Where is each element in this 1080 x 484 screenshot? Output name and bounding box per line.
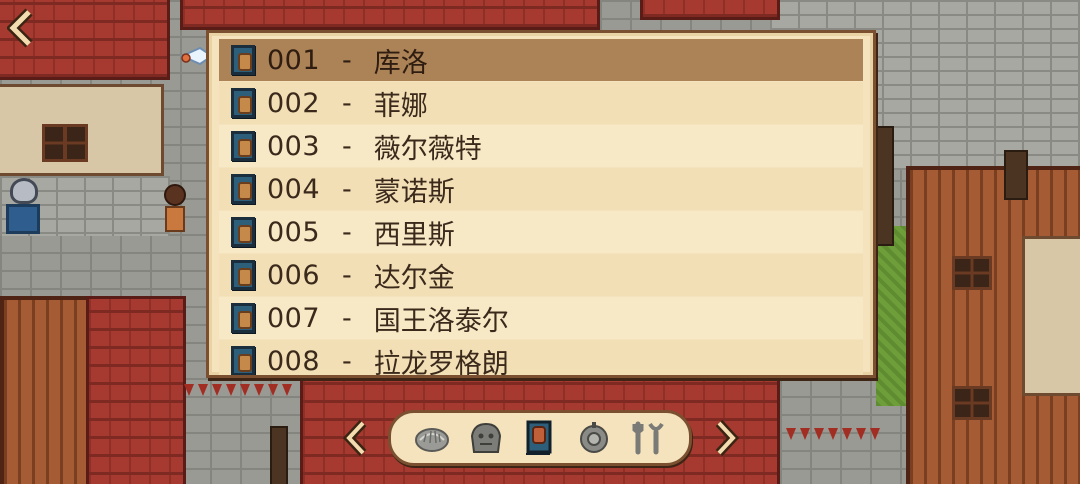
character-card-icon — [231, 131, 255, 161]
character-name: 薇尔薇特 — [373, 133, 482, 165]
gear-coin-icon — [580, 422, 608, 453]
character-name: 达尔金 — [373, 262, 455, 294]
red-roof — [86, 296, 186, 484]
tab-tools[interactable] — [626, 416, 670, 460]
list-separator: - — [342, 130, 352, 162]
character-card-icon — [231, 217, 255, 247]
tab-stones[interactable] — [464, 416, 508, 460]
red-roof — [180, 0, 600, 30]
street-lamp — [270, 426, 288, 484]
character-list-item[interactable]: 004- 蒙诺斯 — [219, 168, 863, 210]
list-separator: - — [342, 259, 352, 291]
list-separator: - — [342, 173, 352, 205]
character-name: 库洛 — [373, 47, 428, 79]
character-name: 拉龙罗格朗 — [373, 348, 509, 378]
house-window — [952, 386, 992, 420]
villager-npc — [160, 184, 190, 244]
character-number: 004 — [267, 173, 321, 205]
tab-characters[interactable] — [518, 416, 562, 460]
street-lamp — [876, 126, 894, 246]
list-separator: - — [342, 44, 352, 76]
character-card-icon — [231, 260, 255, 290]
character-number: 008 — [267, 345, 321, 377]
tab-parts[interactable] — [572, 416, 616, 460]
shell-icon — [415, 428, 449, 452]
character-number: 003 — [267, 130, 321, 162]
character-name: 国王洛泰尔 — [373, 305, 509, 337]
character-card-icon — [231, 346, 255, 375]
character-list-item[interactable]: 002- 菲娜 — [219, 82, 863, 124]
house-window — [952, 256, 992, 290]
character-number: 002 — [267, 87, 321, 119]
chevron-right-icon — [715, 419, 739, 457]
list-separator: - — [342, 87, 352, 119]
list-separator: - — [342, 302, 352, 334]
house-window — [42, 124, 88, 162]
back-button[interactable] — [6, 8, 38, 48]
character-list-item[interactable]: 006- 达尔金 — [219, 254, 863, 296]
list-separator: - — [342, 345, 352, 377]
tools-icon — [632, 421, 664, 455]
tab-shells[interactable] — [410, 416, 454, 460]
list-separator: - — [342, 216, 352, 248]
character-card-icon — [231, 88, 255, 118]
next-category-button[interactable] — [710, 418, 740, 458]
prev-category-button[interactable] — [342, 418, 372, 458]
character-card-icon — [231, 303, 255, 333]
wooden-roof — [0, 296, 90, 484]
character-card-icon — [231, 45, 255, 75]
character-list-item[interactable]: 003- 薇尔薇特 — [219, 125, 863, 167]
character-card-icon — [231, 174, 255, 204]
character-list-panel: 001- 库洛 002- 菲娜 003- 薇尔薇特 004- 蒙诺斯 005- 西里斯 006- 达尔… — [206, 30, 876, 378]
bunting-flags — [786, 428, 880, 440]
red-roof — [640, 0, 780, 20]
house-wall — [1022, 236, 1080, 396]
knight-npc — [4, 176, 54, 246]
chimney — [1004, 150, 1028, 200]
character-name: 菲娜 — [373, 90, 428, 122]
character-card-icon — [526, 420, 552, 455]
character-number: 005 — [267, 216, 321, 248]
character-number: 006 — [267, 259, 321, 291]
character-list-item[interactable]: 005- 西里斯 — [219, 211, 863, 253]
character-list[interactable]: 001- 库洛 002- 菲娜 003- 薇尔薇特 004- 蒙诺斯 005- 西里斯 006- 达尔… — [219, 39, 863, 378]
bunting-flags — [184, 384, 292, 396]
character-name: 西里斯 — [373, 219, 455, 251]
category-tab-bar — [388, 410, 692, 466]
character-list-item[interactable]: 001- 库洛 — [219, 39, 863, 81]
character-number: 001 — [267, 44, 321, 76]
chevron-left-icon — [343, 419, 367, 457]
character-list-item[interactable]: 008- 拉龙罗格朗 — [219, 340, 863, 378]
character-list-item[interactable]: 007- 国王洛泰尔 — [219, 297, 863, 339]
stone-icon — [470, 422, 502, 453]
chevron-left-icon — [7, 8, 33, 48]
character-name: 蒙诺斯 — [373, 176, 455, 208]
character-number: 007 — [267, 302, 321, 334]
